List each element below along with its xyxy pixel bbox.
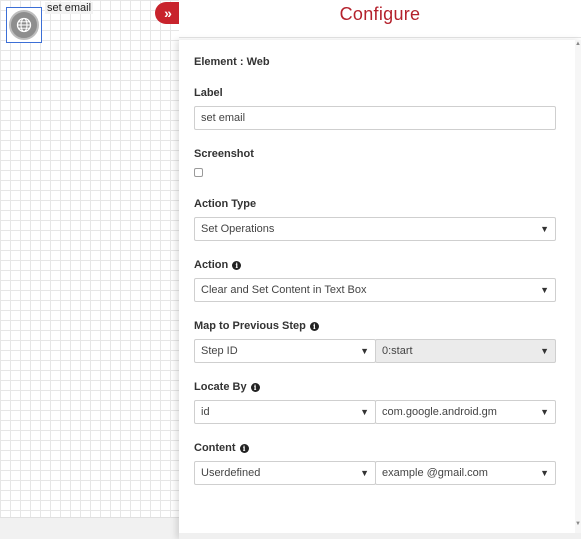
panel-bottom-strip bbox=[179, 533, 581, 539]
map-previous-type-value: Step ID bbox=[201, 345, 238, 357]
action-type-title: Action Type bbox=[194, 198, 257, 210]
info-icon[interactable]: i bbox=[309, 321, 319, 331]
configure-header: Configure bbox=[179, 0, 581, 38]
canvas-scrollbar[interactable] bbox=[0, 517, 179, 539]
info-icon[interactable]: i bbox=[232, 260, 242, 270]
info-icon[interactable]: i bbox=[239, 443, 249, 453]
content-title-row: Content i bbox=[194, 442, 249, 454]
caret-down-icon: ▼ bbox=[360, 346, 369, 356]
content-type-select[interactable]: Userdefined ▼ bbox=[194, 461, 376, 485]
caret-down-icon: ▼ bbox=[540, 468, 549, 478]
caret-down-icon: ▼ bbox=[540, 346, 549, 356]
page-title: Configure bbox=[339, 4, 421, 24]
locate-by-type-select[interactable]: id ▼ bbox=[194, 400, 376, 424]
content-value-select[interactable]: example @gmail.com ▼ bbox=[375, 461, 556, 485]
label-field-title: Label bbox=[194, 87, 223, 99]
panel-scrollbar[interactable]: ▲ ▼ bbox=[575, 40, 581, 533]
content-type-value: Userdefined bbox=[201, 467, 261, 479]
content-value: example @gmail.com bbox=[382, 467, 488, 479]
action-title: Action bbox=[194, 259, 229, 271]
scroll-up-icon[interactable]: ▲ bbox=[575, 41, 581, 47]
caret-down-icon: ▼ bbox=[360, 407, 369, 417]
configure-panel: ▲ ▼ Element : Web Label set email Screen… bbox=[179, 40, 581, 539]
action-title-row: Action i bbox=[194, 259, 242, 271]
action-type-value: Set Operations bbox=[201, 223, 275, 235]
collapse-panel-button[interactable]: » bbox=[155, 2, 181, 24]
element-type-label: Element : Web bbox=[194, 56, 270, 68]
node-label: set email bbox=[45, 2, 94, 14]
label-input[interactable]: set email bbox=[194, 106, 556, 130]
screenshot-checkbox[interactable] bbox=[194, 168, 203, 177]
workflow-canvas[interactable] bbox=[0, 0, 179, 539]
web-step-node[interactable] bbox=[6, 7, 42, 43]
caret-down-icon: ▼ bbox=[540, 407, 549, 417]
caret-down-icon: ▼ bbox=[360, 468, 369, 478]
caret-down-icon: ▼ bbox=[540, 285, 549, 295]
map-previous-step-value: 0:start bbox=[382, 345, 413, 357]
action-value: Clear and Set Content in Text Box bbox=[201, 284, 367, 296]
locate-by-title: Locate By bbox=[194, 381, 247, 393]
info-icon[interactable]: i bbox=[250, 382, 260, 392]
map-previous-step-select[interactable]: 0:start ▼ bbox=[375, 339, 556, 363]
action-type-select[interactable]: Set Operations ▼ bbox=[194, 217, 556, 241]
action-select[interactable]: Clear and Set Content in Text Box ▼ bbox=[194, 278, 556, 302]
double-chevron-right-icon: » bbox=[164, 5, 172, 21]
scroll-down-icon[interactable]: ▼ bbox=[575, 521, 581, 527]
map-previous-type-select[interactable]: Step ID ▼ bbox=[194, 339, 376, 363]
globe-icon bbox=[9, 10, 39, 40]
content-title: Content bbox=[194, 442, 236, 454]
map-previous-title: Map to Previous Step bbox=[194, 320, 306, 332]
locate-by-title-row: Locate By i bbox=[194, 381, 260, 393]
locate-by-value: com.google.android.gm bbox=[382, 406, 497, 418]
caret-down-icon: ▼ bbox=[540, 224, 549, 234]
locate-by-value-select[interactable]: com.google.android.gm ▼ bbox=[375, 400, 556, 424]
screenshot-title: Screenshot bbox=[194, 148, 254, 160]
map-previous-title-row: Map to Previous Step i bbox=[194, 320, 319, 332]
locate-by-type-value: id bbox=[201, 406, 210, 418]
